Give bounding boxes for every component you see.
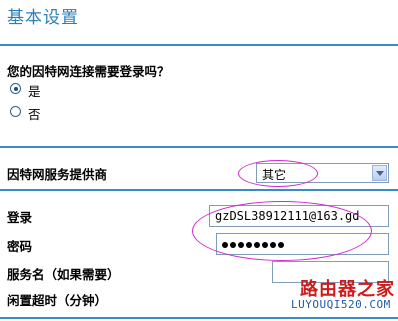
login-required-question: 您的因特网连接需要登录吗？ <box>7 64 170 79</box>
page-title: 基本设置 <box>7 8 79 28</box>
isp-select[interactable]: 其它 <box>256 163 389 183</box>
radio-no-label: 否 <box>28 107 41 122</box>
radio-yes-option[interactable]: 是 <box>10 81 70 99</box>
header-divider <box>0 44 398 46</box>
chevron-down-icon[interactable] <box>372 165 387 181</box>
service-name-label: 服务名（如果需要） <box>7 267 120 282</box>
password-field[interactable] <box>216 233 389 255</box>
password-dot <box>238 241 244 248</box>
idle-timeout-label: 闲置超时（分钟） <box>7 293 108 308</box>
radio-yes-label: 是 <box>28 84 41 99</box>
password-dot <box>230 241 236 248</box>
password-label: 密码 <box>7 239 33 254</box>
login-field[interactable]: gzDSL38912111@163.gd <box>209 205 389 227</box>
login-label: 登录 <box>7 210 33 225</box>
password-dot <box>270 241 276 248</box>
radio-yes-button[interactable] <box>10 83 21 94</box>
password-dot <box>222 241 228 248</box>
section-divider-2 <box>0 189 398 191</box>
radio-no-button[interactable] <box>10 106 21 117</box>
password-dot <box>262 241 268 248</box>
isp-label: 因特网服务提供商 <box>7 167 108 182</box>
radio-no-option[interactable]: 否 <box>10 104 70 122</box>
section-divider-1 <box>0 146 398 148</box>
watermark-url: LUYOUQI520.COM <box>291 298 391 311</box>
footer-divider <box>0 317 398 319</box>
password-dot <box>246 241 252 248</box>
password-dot <box>278 241 284 248</box>
isp-selected-value: 其它 <box>262 168 287 182</box>
password-dot <box>254 241 260 248</box>
